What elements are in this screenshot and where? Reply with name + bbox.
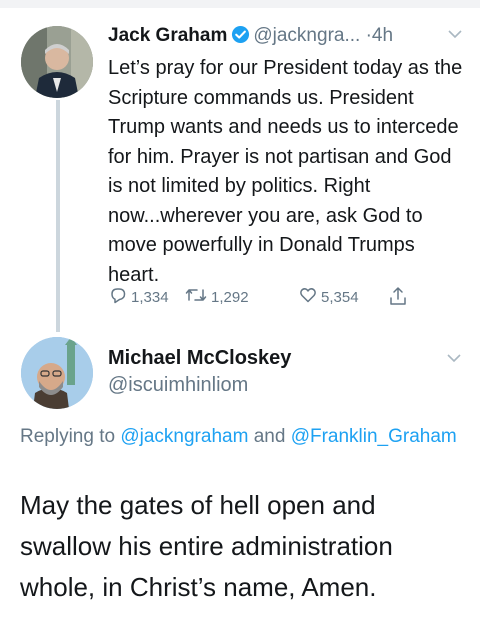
author-name[interactable]: Michael McCloskey [108, 345, 291, 371]
thread-connector-line [56, 100, 60, 332]
reply-count: 1,334 [131, 288, 169, 306]
tweet-text: Let’s pray for our President today as th… [108, 57, 463, 286]
like-icon [298, 285, 318, 309]
tweet-actions: 1,334 1,292 5,354 [108, 285, 428, 309]
timestamp[interactable]: 4h [372, 25, 393, 46]
chevron-down-icon[interactable] [447, 350, 461, 368]
like-button[interactable]: 5,354 [298, 285, 359, 309]
reply-icon [108, 285, 128, 309]
avatar[interactable] [21, 337, 93, 409]
mention-link[interactable]: @Franklin_Graham [291, 426, 457, 447]
like-count: 5,354 [321, 288, 359, 306]
share-button[interactable] [388, 285, 408, 311]
author-handle[interactable]: @jackngra... [253, 25, 360, 46]
share-icon [388, 285, 408, 311]
avatar-photo [21, 337, 93, 409]
replying-to: Replying to @jackngraham and @Franklin_G… [20, 421, 460, 452]
tweet-text: May the gates of hell open and swallow h… [20, 490, 393, 602]
chevron-down-icon[interactable] [448, 26, 462, 44]
retweet-count: 1,292 [211, 288, 249, 306]
replying-and: and [253, 426, 286, 447]
avatar[interactable] [21, 26, 93, 98]
retweet-button[interactable]: 1,292 [184, 285, 249, 309]
retweet-icon [184, 285, 208, 309]
avatar-photo [21, 26, 93, 98]
replying-prefix: Replying to [20, 426, 116, 447]
mention-link[interactable]: @jackngraham [120, 426, 248, 447]
tweet-header: Jack Graham @jackngra... ·4h [108, 24, 393, 51]
author-handle[interactable]: @iscuimhinliom [108, 372, 248, 398]
author-name[interactable]: Jack Graham [108, 25, 227, 46]
top-divider [0, 0, 480, 8]
verified-badge-icon [231, 25, 250, 51]
reply-button[interactable]: 1,334 [108, 285, 169, 309]
